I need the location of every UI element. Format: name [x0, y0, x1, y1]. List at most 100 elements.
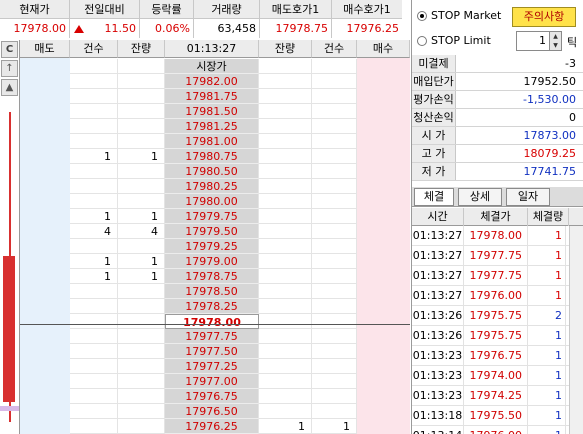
bid-count-cell[interactable] [312, 74, 357, 89]
ask-qty-cell[interactable]: 1 [118, 149, 165, 164]
ask-count-cell[interactable] [70, 284, 118, 299]
ask-qty-cell[interactable]: 1 [118, 254, 165, 269]
ask-count-cell[interactable] [70, 59, 118, 74]
price-cell[interactable]: 17981.00 [165, 134, 259, 149]
price-cell[interactable]: 17978.00 [165, 314, 259, 329]
scroll-up-arrow-icon[interactable]: ↑ [1, 60, 18, 77]
price-cell[interactable]: 17981.75 [165, 89, 259, 104]
bid-count-cell[interactable] [312, 344, 357, 359]
bid-qty-cell[interactable] [259, 194, 312, 209]
price-cell[interactable]: 17982.00 [165, 74, 259, 89]
ask-qty-cell[interactable] [118, 284, 165, 299]
bid-qty-cell[interactable] [259, 314, 312, 329]
price-cell[interactable]: 17979.25 [165, 239, 259, 254]
bid-qty-cell[interactable] [259, 299, 312, 314]
ask-qty-cell[interactable] [118, 89, 165, 104]
bid-count-cell[interactable] [312, 119, 357, 134]
ask-count-cell[interactable] [70, 179, 118, 194]
ask-count-cell[interactable]: 4 [70, 224, 118, 239]
ask-qty-cell[interactable] [118, 164, 165, 179]
price-cell[interactable]: 17980.75 [165, 149, 259, 164]
ask-qty-cell[interactable] [118, 194, 165, 209]
price-cell[interactable]: 17976.25 [165, 419, 259, 434]
ask-count-cell[interactable] [70, 239, 118, 254]
price-cell[interactable]: 17979.75 [165, 209, 259, 224]
stop-limit-label[interactable]: STOP Limit [431, 34, 491, 47]
stop-market-radio[interactable] [417, 11, 427, 21]
price-cell[interactable]: 17980.50 [165, 164, 259, 179]
ask-qty-cell[interactable] [118, 419, 165, 434]
bid-count-cell[interactable] [312, 404, 357, 419]
ask-count-cell[interactable] [70, 164, 118, 179]
trade-scrollbar[interactable] [569, 226, 583, 434]
bid-qty-cell[interactable] [259, 329, 312, 344]
col-bid-marker[interactable]: 매수 [357, 40, 410, 434]
ask-qty-cell[interactable] [118, 389, 165, 404]
tick-stepper-value[interactable]: 1 [517, 32, 549, 50]
bid-count-cell[interactable] [312, 104, 357, 119]
bid-qty-cell[interactable] [259, 284, 312, 299]
ask-count-cell[interactable]: 1 [70, 209, 118, 224]
stop-market-label[interactable]: STOP Market [431, 9, 501, 22]
ask-qty-cell[interactable] [118, 404, 165, 419]
bid-count-cell[interactable] [312, 314, 357, 329]
bid-qty-cell[interactable] [259, 254, 312, 269]
stepper-down-icon[interactable]: ▼ [549, 41, 561, 50]
ask-count-cell[interactable] [70, 194, 118, 209]
price-cell[interactable]: 17980.25 [165, 179, 259, 194]
ask-count-cell[interactable] [70, 299, 118, 314]
bid-count-cell[interactable] [312, 194, 357, 209]
price-cell[interactable]: 17980.00 [165, 194, 259, 209]
strip-c-button[interactable]: C [1, 41, 18, 58]
ask-count-cell[interactable] [70, 359, 118, 374]
price-cell[interactable]: 17979.00 [165, 254, 259, 269]
price-cell[interactable]: 17977.50 [165, 344, 259, 359]
ask-count-cell[interactable]: 1 [70, 149, 118, 164]
ask-qty-cell[interactable] [118, 239, 165, 254]
price-cell[interactable]: 17976.75 [165, 389, 259, 404]
price-cell[interactable]: 17979.50 [165, 224, 259, 239]
bid-count-cell[interactable] [312, 134, 357, 149]
bid-count-cell[interactable] [312, 269, 357, 284]
price-cell[interactable]: 17977.00 [165, 374, 259, 389]
tab-daily[interactable]: 일자 [506, 188, 550, 206]
bid-qty-cell[interactable] [259, 344, 312, 359]
price-cell[interactable]: 17981.25 [165, 119, 259, 134]
warning-button[interactable]: 주의사항 [512, 7, 576, 27]
bid-count-cell[interactable] [312, 59, 357, 74]
bid-qty-cell[interactable] [259, 74, 312, 89]
bid-qty-cell[interactable] [259, 389, 312, 404]
ask-count-cell[interactable] [70, 419, 118, 434]
price-cell[interactable]: 17977.75 [165, 329, 259, 344]
bid-qty-cell[interactable] [259, 224, 312, 239]
bid-count-cell[interactable] [312, 254, 357, 269]
ask-qty-cell[interactable] [118, 119, 165, 134]
bid-qty-cell[interactable] [259, 59, 312, 74]
bid-count-cell[interactable] [312, 284, 357, 299]
bid-qty-cell[interactable] [259, 119, 312, 134]
bid-count-cell[interactable] [312, 89, 357, 104]
ask-count-cell[interactable] [70, 389, 118, 404]
bid-count-cell[interactable] [312, 179, 357, 194]
bid-qty-cell[interactable]: 1 [259, 419, 312, 434]
ask-qty-cell[interactable] [118, 179, 165, 194]
bid-count-cell[interactable] [312, 149, 357, 164]
ask-count-cell[interactable] [70, 74, 118, 89]
bid-count-cell[interactable] [312, 299, 357, 314]
ask-count-cell[interactable] [70, 134, 118, 149]
bid-qty-cell[interactable] [259, 179, 312, 194]
bid-count-cell[interactable] [312, 329, 357, 344]
bid-qty-cell[interactable] [259, 149, 312, 164]
bid-count-cell[interactable] [312, 374, 357, 389]
bid-qty-cell[interactable] [259, 239, 312, 254]
stepper-up-icon[interactable]: ▲ [549, 32, 561, 41]
bid-qty-cell[interactable] [259, 404, 312, 419]
bid-count-cell[interactable] [312, 389, 357, 404]
ask-qty-cell[interactable] [118, 329, 165, 344]
bid-qty-cell[interactable] [259, 269, 312, 284]
ask-qty-cell[interactable] [118, 359, 165, 374]
price-cell[interactable]: 17978.50 [165, 284, 259, 299]
bid-qty-cell[interactable] [259, 374, 312, 389]
bid-count-cell[interactable] [312, 164, 357, 179]
ask-qty-cell[interactable]: 1 [118, 269, 165, 284]
